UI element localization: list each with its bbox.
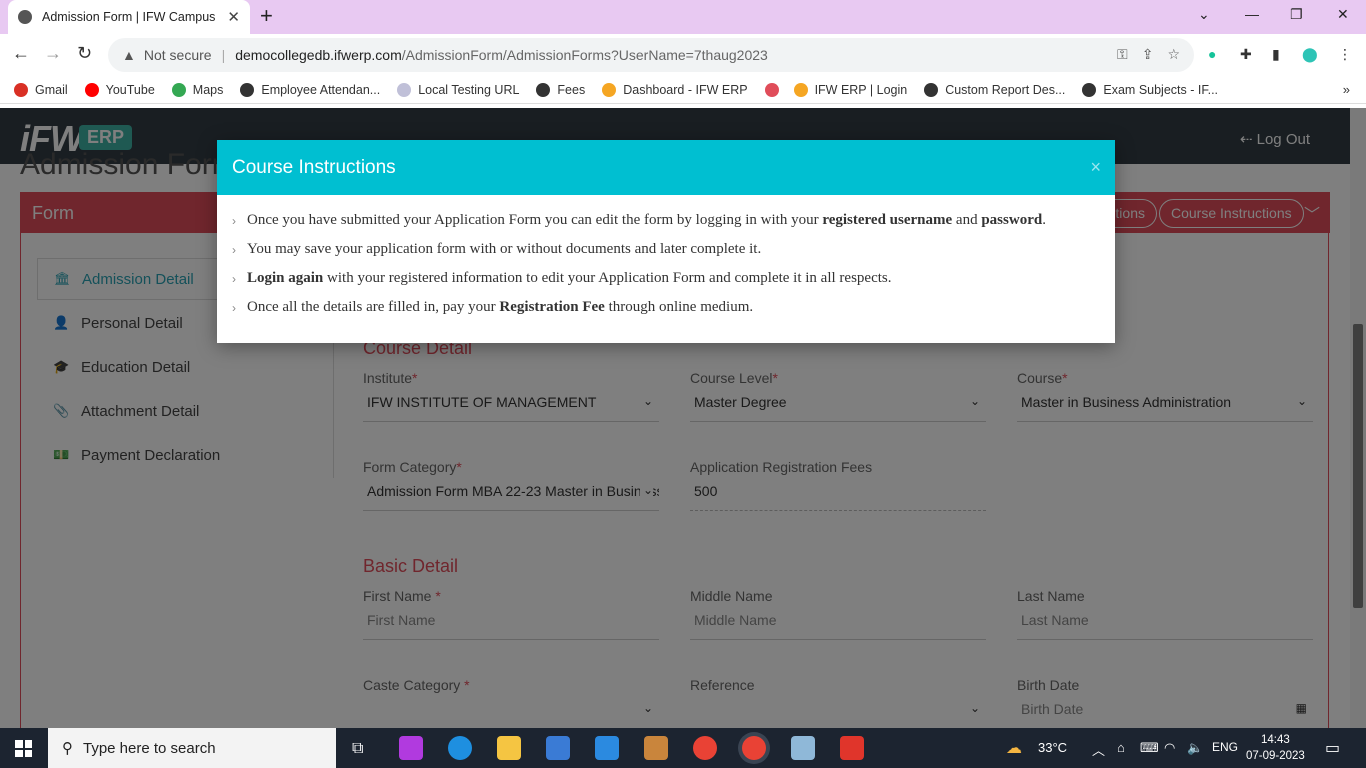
new-tab-button[interactable]: + — [260, 5, 273, 27]
grammarly-icon[interactable]: ● — [1208, 46, 1216, 62]
bookmark-favicon-icon — [397, 82, 412, 97]
instruction-item: › Once you have submitted your Applicati… — [232, 212, 1046, 228]
side-panel-icon[interactable]: ▮ — [1272, 46, 1280, 63]
bookmark-favicon-icon — [536, 82, 551, 97]
input-method-icon[interactable]: ⌨ — [1140, 740, 1159, 756]
profile-avatar[interactable]: ⬤ — [1302, 46, 1318, 63]
language-indicator[interactable]: ENG — [1212, 740, 1238, 754]
browser-tab[interactable]: Admission Form | IFW Campus ✕ — [8, 0, 250, 34]
instruction-item: › You may save your application form wit… — [232, 241, 762, 257]
bookmark-favicon-icon — [602, 82, 617, 97]
wifi-icon[interactable]: ◠ — [1164, 740, 1175, 756]
file-explorer-icon[interactable] — [497, 736, 521, 760]
globe-icon — [18, 10, 32, 24]
bookmark-favicon-icon — [1082, 82, 1097, 97]
key-icon[interactable]: ⚿ — [1117, 46, 1128, 63]
bookmark-item[interactable]: Employee Attendan... — [240, 82, 380, 97]
anydesk-icon[interactable] — [840, 736, 864, 760]
menu-icon[interactable]: ⋮ — [1338, 46, 1352, 63]
tab-search-icon[interactable]: ⌄ — [1198, 6, 1210, 23]
temperature[interactable]: 33°C — [1038, 740, 1067, 755]
extensions-icon[interactable]: ✚ — [1240, 46, 1252, 63]
wps-office-icon[interactable] — [399, 736, 423, 760]
search-icon: ⚲ — [62, 740, 73, 757]
bookmark-favicon-icon — [764, 82, 779, 97]
weather-icon[interactable]: ☁ — [1006, 738, 1022, 758]
bookmarks-overflow-icon[interactable]: » — [1343, 82, 1350, 97]
bookmark-favicon-icon — [793, 82, 808, 97]
close-icon[interactable]: × — [1090, 157, 1101, 178]
browser-toolbar: ← → ↻ ▲ Not secure | democollegedb.ifwer… — [0, 34, 1366, 76]
chrome-icon[interactable] — [693, 736, 717, 760]
edge-icon[interactable] — [448, 736, 472, 760]
instruction-item: › Login again with your registered infor… — [232, 270, 892, 286]
bookmark-favicon-icon — [84, 82, 99, 97]
modal-body: › Once you have submitted your Applicati… — [217, 195, 1115, 328]
address-bar[interactable]: ▲ Not secure | democollegedb.ifwerp.com … — [108, 38, 1194, 72]
chevron-right-icon: › — [232, 243, 236, 257]
bookmark-item[interactable]: IFW ERP | Login — [793, 82, 907, 97]
windows-taskbar: ⚲ Type here to search ⧉ ☁ 33°C ︿ ⌂ ⌨ ◠ 🔈… — [0, 728, 1366, 768]
tab-title: Admission Form | IFW Campus — [42, 10, 216, 24]
notepad-icon[interactable] — [791, 736, 815, 760]
chevron-right-icon: › — [232, 301, 236, 315]
bookmark-item[interactable]: Gmail — [14, 82, 68, 97]
bookmark-item[interactable]: Maps — [171, 82, 223, 97]
warning-icon[interactable]: ▲ — [122, 47, 136, 63]
browser-tab-strip: Admission Form | IFW Campus ✕ + ⌄ — ❐ ✕ — [0, 0, 1366, 34]
modal-title: Course Instructions — [232, 157, 396, 178]
share-icon[interactable]: ⇪ — [1142, 46, 1154, 63]
mail-icon[interactable] — [595, 736, 619, 760]
reload-icon[interactable]: ↻ — [77, 43, 92, 64]
bookmark-item[interactable]: Exam Subjects - IF... — [1082, 82, 1218, 97]
course-instructions-modal: Course Instructions × › Once you have su… — [217, 140, 1115, 343]
chevron-right-icon: › — [232, 214, 236, 228]
chevron-up-icon[interactable]: ︿ — [1092, 740, 1105, 759]
bookmark-favicon-icon — [240, 82, 255, 97]
bookmark-item[interactable] — [764, 82, 786, 97]
url-host: democollegedb.ifwerp.com — [235, 47, 402, 63]
windows-start-icon[interactable] — [15, 740, 32, 757]
bookmarks-bar: Gmail YouTube Maps Employee Attendan... Loca… — [0, 76, 1366, 104]
close-window-button[interactable]: ✕ — [1337, 6, 1349, 23]
bookmark-favicon-icon — [924, 82, 939, 97]
back-icon[interactable]: ← — [12, 43, 30, 64]
bookmark-item[interactable]: Dashboard - IFW ERP — [602, 82, 748, 97]
volume-icon[interactable]: 🔈 — [1187, 740, 1203, 756]
not-secure-label: Not secure — [143, 47, 212, 63]
clock[interactable]: 14:43 07-09-2023 — [1246, 732, 1305, 764]
url-path: /AdmissionForm/AdmissionForms?UserName=7… — [401, 47, 768, 63]
notifications-icon[interactable]: ▭ — [1325, 738, 1340, 758]
bookmark-favicon-icon — [14, 82, 28, 97]
forward-icon[interactable]: → — [44, 43, 62, 64]
bookmark-item[interactable]: YouTube — [84, 82, 155, 97]
instruction-item: › Once all the details are filled in, pa… — [232, 299, 754, 315]
bookmark-item[interactable]: Fees — [536, 82, 585, 97]
scrollbar-thumb[interactable] — [1353, 324, 1363, 608]
minimize-button[interactable]: — — [1245, 6, 1259, 22]
taskbar-search-input[interactable]: ⚲ Type here to search — [48, 728, 336, 768]
chrome-active-icon[interactable] — [742, 736, 766, 760]
bookmark-star-icon[interactable]: ☆ — [1167, 46, 1180, 63]
bookmark-favicon-icon — [171, 82, 186, 97]
task-view-icon[interactable]: ⧉ — [352, 740, 363, 758]
close-tab-icon[interactable]: ✕ — [227, 8, 240, 26]
app-icon[interactable] — [644, 736, 668, 760]
store-icon[interactable] — [546, 736, 570, 760]
chevron-right-icon: › — [232, 272, 236, 286]
bookmark-item[interactable]: Local Testing URL — [397, 82, 519, 97]
network-icon[interactable]: ⌂ — [1117, 740, 1125, 755]
maximize-button[interactable]: ❐ — [1290, 6, 1303, 23]
page-scrollbar[interactable] — [1350, 108, 1366, 728]
bookmark-item[interactable]: Custom Report Des... — [924, 82, 1065, 97]
modal-header: Course Instructions × — [217, 140, 1115, 195]
